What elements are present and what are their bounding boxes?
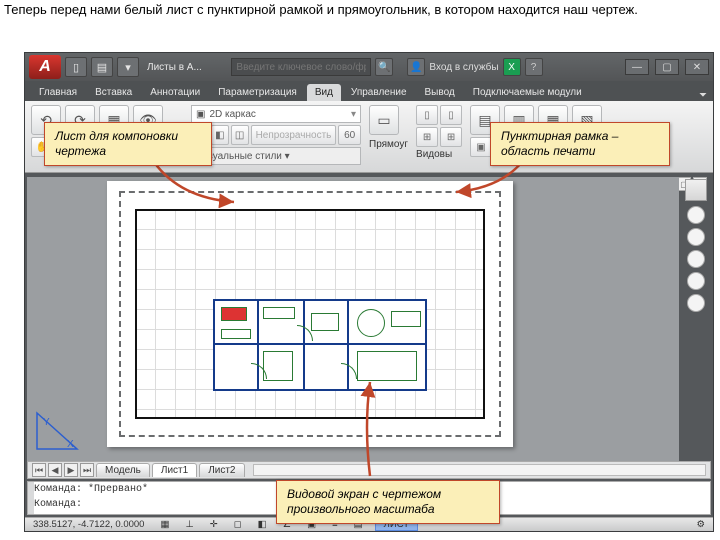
cube-icon: ▣ bbox=[196, 109, 205, 120]
tab-last-icon[interactable]: ⏭ bbox=[80, 463, 94, 477]
vs-shade-icon[interactable]: ◧ bbox=[211, 125, 229, 145]
tab-manage[interactable]: Управление bbox=[343, 84, 415, 101]
minimize-button[interactable]: — bbox=[625, 59, 649, 75]
tab-first-icon[interactable]: ⏮ bbox=[32, 463, 46, 477]
tab-prev-icon[interactable]: ◀ bbox=[48, 463, 62, 477]
vp-2-icon[interactable]: ▯ bbox=[440, 105, 462, 125]
view-cube[interactable] bbox=[685, 179, 707, 201]
tab-parametric[interactable]: Параметризация bbox=[210, 84, 305, 101]
arrow-viewport bbox=[350, 376, 390, 480]
nav-orbit-icon[interactable] bbox=[687, 272, 705, 290]
snap-3dosnap-icon[interactable]: ◧ bbox=[254, 519, 271, 530]
visual-style-dropdown[interactable]: ▣ 2D каркас ▾ bbox=[191, 105, 361, 123]
search-icon[interactable]: 🔍 bbox=[375, 58, 393, 76]
chevron-down-icon: ▾ bbox=[351, 109, 356, 120]
tab-insert[interactable]: Вставка bbox=[87, 84, 140, 101]
svg-text:Y: Y bbox=[43, 417, 50, 428]
floor-plan bbox=[213, 299, 427, 391]
tab-home[interactable]: Главная bbox=[31, 84, 85, 101]
search-input[interactable] bbox=[231, 58, 371, 76]
snap-grid-icon[interactable]: ▦ bbox=[156, 519, 173, 530]
nav-zoom-icon[interactable] bbox=[687, 250, 705, 268]
p5-icon[interactable]: ▣ bbox=[470, 137, 492, 157]
layout-tab-model[interactable]: Модель bbox=[96, 463, 150, 477]
snap-ortho-icon[interactable]: ⊥ bbox=[181, 519, 197, 530]
caption-text: Теперь перед нами белый лист с пунктирно… bbox=[0, 0, 720, 21]
layout-sheet bbox=[107, 181, 513, 447]
coord-readout: 338.5127, -4.7122, 0.0000 bbox=[29, 519, 148, 530]
nav-wheel-icon[interactable] bbox=[687, 206, 705, 224]
vs-xray-icon[interactable]: ◫ bbox=[231, 125, 249, 145]
callout-viewport: Видовой экран с чертежом произвольного м… bbox=[276, 480, 500, 524]
qat-new-icon[interactable]: ▯ bbox=[65, 57, 87, 77]
nav-showmotion-icon[interactable] bbox=[687, 294, 705, 312]
layout-tab-2[interactable]: Лист2 bbox=[199, 463, 244, 477]
visual-style-value: 2D каркас bbox=[209, 109, 255, 120]
nav-pan-icon[interactable] bbox=[687, 228, 705, 246]
tab-next-icon[interactable]: ▶ bbox=[64, 463, 78, 477]
opacity-value[interactable]: 60 bbox=[338, 125, 361, 145]
callout-frame: Пунктирная рамка – область печати bbox=[490, 122, 670, 166]
help-icon[interactable]: ? bbox=[525, 58, 543, 76]
qat-more-icon[interactable]: ▾ bbox=[117, 57, 139, 77]
h-scrollbar[interactable] bbox=[253, 464, 707, 476]
layout-tab-1[interactable]: Лист1 bbox=[152, 463, 197, 477]
viewport-rect-label: Прямоуг bbox=[369, 139, 408, 150]
viewport-rect[interactable] bbox=[135, 209, 485, 419]
vp-1-icon[interactable]: ▯ bbox=[416, 105, 438, 125]
exchange-icon[interactable]: X bbox=[503, 58, 521, 76]
login-label[interactable]: Вход в службы bbox=[429, 62, 498, 73]
ribbon-tabs: Главная Вставка Аннотации Параметризация… bbox=[25, 81, 713, 101]
callout-sheet: Лист для компоновки чертежа bbox=[44, 122, 212, 166]
vp-3-icon[interactable]: ⊞ bbox=[416, 127, 438, 147]
app-logo[interactable]: A bbox=[29, 55, 61, 79]
qat-open-icon[interactable]: ▤ bbox=[91, 57, 113, 77]
svg-text:X: X bbox=[67, 439, 74, 450]
tab-plugins[interactable]: Подключаемые модули bbox=[465, 84, 590, 101]
status-extra-icon[interactable]: ⚙ bbox=[692, 519, 709, 530]
vp-4-icon[interactable]: ⊞ bbox=[440, 127, 462, 147]
maximize-button[interactable]: ▢ bbox=[655, 59, 679, 75]
snap-polar-icon[interactable]: ✛ bbox=[206, 519, 222, 530]
titlebar: A ▯ ▤ ▾ Листы в А... ▾ 🔍 👤 Вход в службы… bbox=[25, 53, 713, 81]
ribbon-collapse-icon[interactable]: ⏷ bbox=[699, 90, 707, 101]
cmd-grip[interactable] bbox=[28, 482, 34, 514]
opacity-field[interactable]: Непрозрачность bbox=[251, 125, 337, 145]
tab-annotate[interactable]: Аннотации bbox=[142, 84, 208, 101]
tab-output[interactable]: Вывод bbox=[417, 84, 463, 101]
navigation-bar bbox=[683, 177, 709, 461]
tab-view[interactable]: Вид bbox=[307, 84, 341, 101]
close-button[interactable]: ✕ bbox=[685, 59, 709, 75]
snap-osnap-icon[interactable]: ◻ bbox=[230, 519, 246, 530]
window-title: Листы в А... bbox=[147, 62, 219, 73]
viewport-rect-icon[interactable]: ▭ bbox=[369, 105, 399, 135]
user-icon[interactable]: 👤 bbox=[407, 58, 425, 76]
ucs-icon: Y X bbox=[33, 407, 89, 453]
